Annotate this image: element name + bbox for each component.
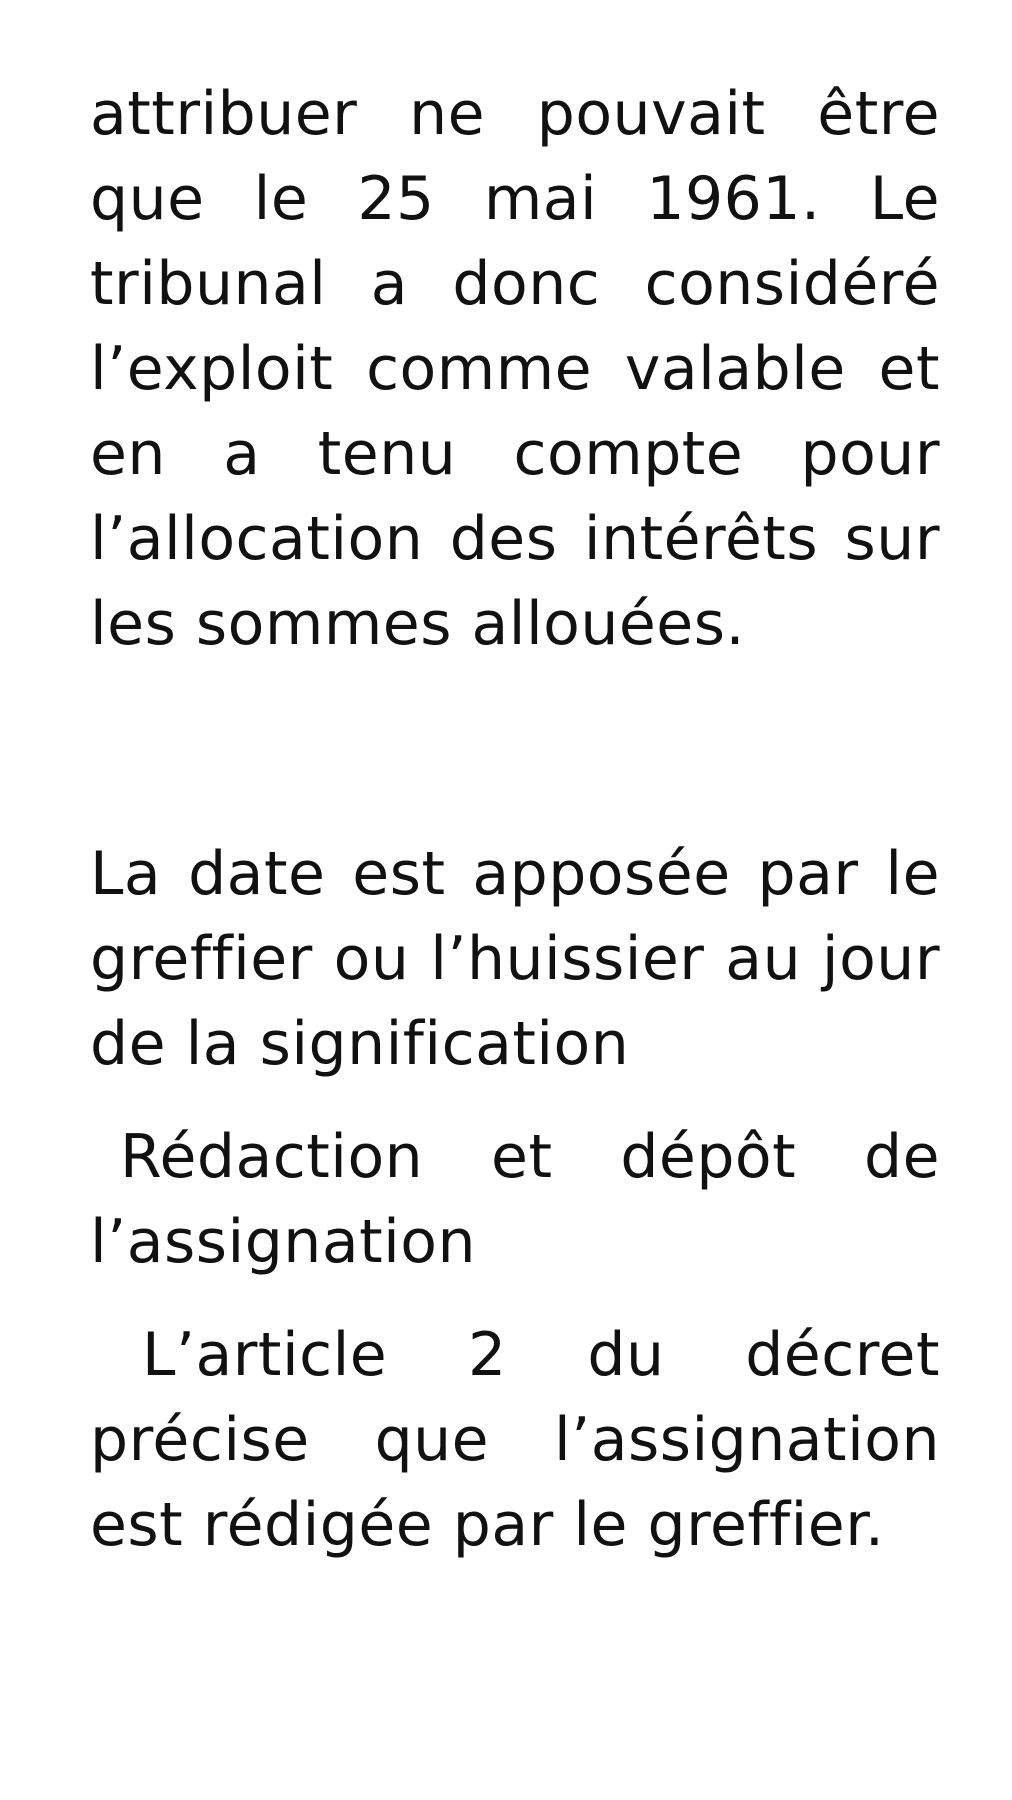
paragraph-article-2: L’article 2 du décret précise que l’assi… bbox=[90, 1320, 940, 1560]
section-heading-drafting: Rédaction et dépôt de l’assignation bbox=[90, 1122, 940, 1277]
document-page: attribuer ne pouvait être que le 25 mai … bbox=[90, 72, 940, 1568]
paragraph-date-apposition: La date est apposée par le greffier ou l… bbox=[90, 839, 940, 1079]
paragraph-interest-allocation: attribuer ne pouvait être que le 25 mai … bbox=[90, 79, 940, 659]
